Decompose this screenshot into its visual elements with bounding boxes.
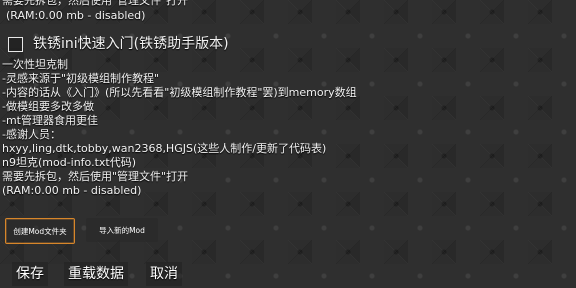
ram-status: (RAM:0.00 mb - disabled) [2, 184, 142, 197]
reload-data-button[interactable]: 重载数据 [64, 262, 128, 286]
description-line: -灵感来源于"初级模组制作教程" [2, 72, 160, 85]
import-mod-button[interactable]: 导入新的Mod [86, 218, 158, 242]
cancel-button[interactable]: 取消 [146, 262, 182, 286]
mod-description: 一次性坦克制 -灵感来源于"初级模组制作教程" -内容的话从《入门》(所以先看看… [2, 58, 357, 198]
description-line: -mt管理器食用更佳 [2, 114, 98, 127]
description-line: hxyy,ling,dtk,tobby,wan2368,HGJS(这些人制作/更… [2, 142, 327, 155]
previous-mod-note: 需要先拆包，然后使用"管理文件"打开 [2, 0, 189, 7]
previous-mod-ram-status: (RAM:0.00 mb - disabled) [6, 9, 146, 22]
mod-title: 铁锈ini快速入门(铁锈助手版本) [33, 36, 229, 52]
mod-enable-checkbox[interactable] [8, 36, 23, 52]
description-line: -内容的话从《入门》(所以先看看"初级模组制作教程"罢)到memory数组 [2, 86, 357, 99]
description-line: n9坦克(mod-info.txt代码) [2, 156, 137, 169]
mod-list-panel: 需要先拆包，然后使用"管理文件"打开 (RAM:0.00 mb - disabl… [0, 0, 576, 288]
save-button[interactable]: 保存 [12, 262, 48, 286]
create-mod-folder-button[interactable]: 创建Mod文件夹 [5, 218, 75, 244]
mod-entry-row[interactable]: 铁锈ini快速入门(铁锈助手版本) [4, 34, 229, 54]
description-line: 一次性坦克制 [2, 58, 68, 71]
description-line: -感谢人员： [2, 128, 61, 141]
description-line: -做模组要多改多做 [2, 100, 94, 113]
description-line: 需要先拆包，然后使用"管理文件"打开 [2, 170, 189, 183]
